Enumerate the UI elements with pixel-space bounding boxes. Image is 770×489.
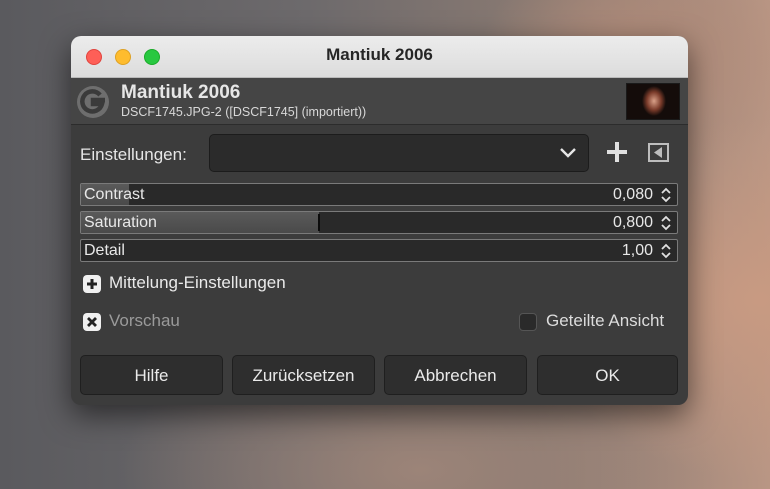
detail-value[interactable]: 1,00	[622, 242, 653, 260]
split-view-checkbox[interactable]	[519, 313, 537, 331]
spin-arrows-icon[interactable]	[660, 187, 672, 203]
preview-label[interactable]: Vorschau	[109, 311, 180, 331]
chevron-down-icon	[560, 148, 576, 158]
window-title: Mantiuk 2006	[326, 45, 433, 64]
help-button[interactable]: Hilfe	[80, 355, 223, 395]
expander-plus-icon[interactable]	[83, 275, 101, 293]
cancel-button[interactable]: Abbrechen	[384, 355, 527, 395]
settings-label: Einstellungen:	[80, 145, 187, 164]
title-bar[interactable]: Mantiuk 2006	[71, 36, 688, 78]
saturation-value[interactable]: 0,800	[613, 214, 653, 232]
image-name: DSCF1745.JPG-2 ([DSCF1745] (importiert))	[121, 105, 367, 119]
preview-checkbox[interactable]	[83, 313, 101, 331]
ok-button[interactable]: OK	[537, 355, 678, 395]
image-thumbnail	[626, 83, 680, 120]
split-view-label[interactable]: Geteilte Ansicht	[546, 311, 664, 331]
detail-slider[interactable]: Detail 1,00	[80, 239, 678, 262]
dialog-header: Mantiuk 2006 DSCF1745.JPG-2 ([DSCF1745] …	[71, 78, 688, 125]
saturation-slider[interactable]: Saturation 0,800	[80, 211, 678, 234]
gimp-logo-icon	[77, 86, 109, 118]
settings-dropdown[interactable]	[209, 134, 589, 172]
detail-label: Detail	[84, 242, 125, 259]
saturation-marker	[318, 214, 321, 231]
plugin-name: Mantiuk 2006	[121, 82, 241, 103]
preset-menu-button[interactable]	[648, 143, 669, 162]
averaging-settings-expander[interactable]: Mittelung-Einstellungen	[109, 273, 286, 293]
contrast-label: Contrast	[84, 186, 145, 203]
mantiuk-dialog: Mantiuk 2006 Mantiuk 2006 DSCF1745.JPG-2…	[71, 36, 688, 405]
spin-arrows-icon[interactable]	[660, 215, 672, 231]
reset-button[interactable]: Zurücksetzen	[232, 355, 375, 395]
contrast-slider[interactable]: Contrast 0,080	[80, 183, 678, 206]
contrast-value[interactable]: 0,080	[613, 186, 653, 204]
spin-arrows-icon[interactable]	[660, 243, 672, 259]
add-preset-button[interactable]	[605, 140, 629, 164]
saturation-label: Saturation	[84, 214, 157, 231]
